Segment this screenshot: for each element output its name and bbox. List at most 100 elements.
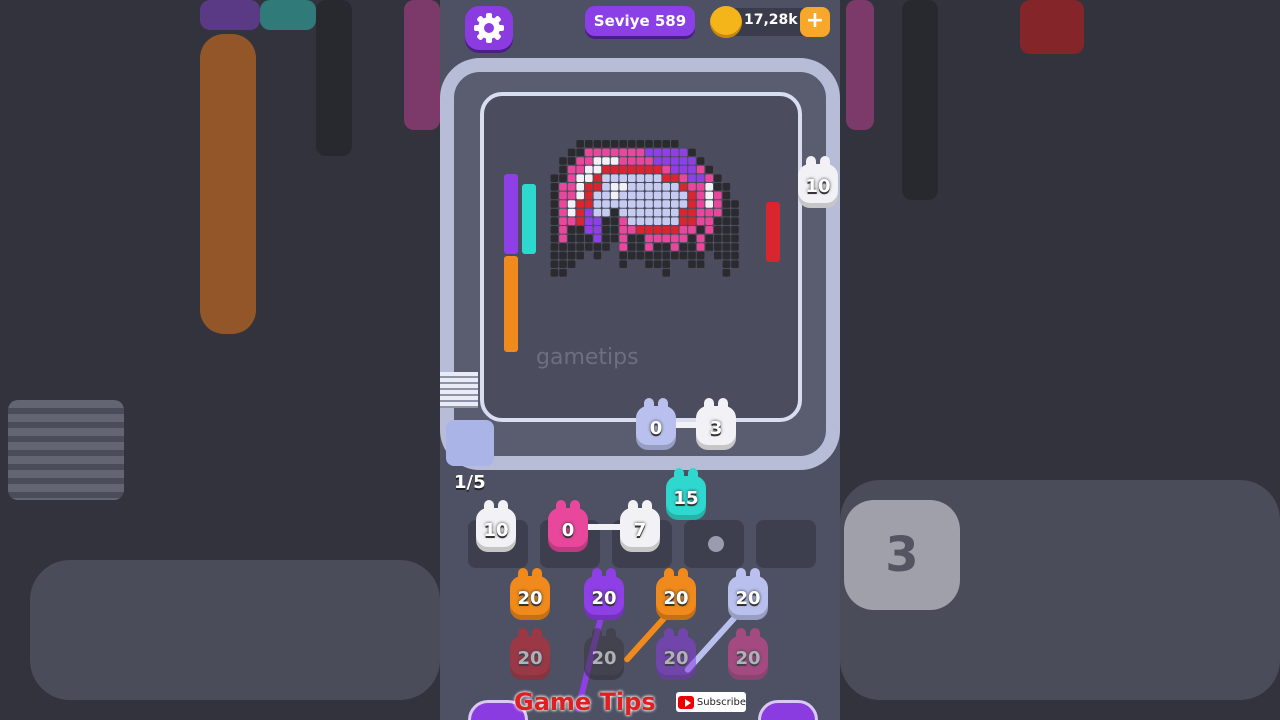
board-pixel — [628, 148, 636, 157]
board-pixel — [567, 234, 576, 243]
pixel-art-board — [504, 140, 780, 352]
board-pixel — [567, 251, 576, 260]
board-pixel — [722, 243, 731, 251]
red-snake-block[interactable] — [766, 202, 780, 262]
supply-piece: 20 — [584, 628, 624, 680]
supply-piece: 20 — [728, 628, 768, 680]
board-pixel — [688, 157, 696, 165]
board-pixel — [602, 226, 610, 234]
blur-pink-column-right — [846, 0, 874, 130]
board-pixel — [653, 208, 662, 217]
board-pixel — [653, 165, 662, 174]
board-pixel — [645, 226, 653, 234]
board-pixel — [619, 165, 627, 174]
board-pixel — [576, 183, 584, 191]
piece-value: 20 — [591, 587, 617, 609]
piece-value: 20 — [663, 647, 689, 669]
board-pixel — [585, 148, 593, 157]
board-pixel — [679, 165, 688, 174]
orange-snake-block[interactable] — [504, 256, 518, 352]
purple-snake-block[interactable] — [504, 174, 518, 254]
board-pixel — [619, 226, 627, 234]
board-pixel — [731, 200, 739, 208]
held-piece[interactable]: 15 — [666, 468, 706, 520]
piece-value: 0 — [649, 417, 663, 439]
slot-dot — [708, 536, 724, 552]
board-pixel — [688, 243, 696, 251]
board-pixel — [653, 251, 662, 260]
board-pixel — [653, 140, 662, 148]
board-pixel — [559, 226, 567, 234]
board-pixel — [619, 140, 627, 148]
board-pixel — [671, 251, 679, 260]
board-pixel — [653, 217, 662, 225]
board-pixel — [593, 217, 602, 225]
board-pixel — [645, 217, 653, 225]
board-pixel — [653, 226, 662, 234]
held-piece[interactable]: 7 — [620, 500, 660, 552]
board-pixel — [559, 157, 567, 165]
held-piece[interactable]: 0 — [548, 500, 588, 552]
board-pixel — [567, 174, 576, 182]
add-coins-button[interactable]: + — [800, 7, 830, 37]
board-pixel — [602, 234, 610, 243]
board-pixel — [610, 217, 619, 225]
board-pixel — [585, 243, 593, 251]
supply-piece: 20 — [510, 628, 550, 680]
board-pixel — [610, 183, 619, 191]
board-pixel — [679, 251, 688, 260]
board-pixel — [636, 148, 645, 157]
board-pixel — [550, 200, 559, 208]
board-pixel — [696, 251, 705, 260]
board-pixel — [722, 260, 731, 268]
board-pixel — [619, 183, 627, 191]
board-pixel — [688, 148, 696, 157]
board-pixel — [619, 243, 627, 251]
board-pixel — [731, 217, 739, 225]
board-pixel — [602, 174, 610, 182]
settings-button[interactable] — [465, 6, 513, 50]
board-pixel — [559, 183, 567, 191]
board-pixel — [679, 148, 688, 157]
board-pixel — [602, 157, 610, 165]
supply-piece[interactable]: 20 — [584, 568, 624, 620]
blur-black-column-right — [902, 0, 938, 200]
board-pixel — [688, 217, 696, 225]
board-pixel — [628, 165, 636, 174]
board-pixel — [705, 183, 713, 191]
holding-slot — [756, 520, 816, 568]
board-pixel — [576, 208, 584, 217]
track-piece[interactable]: 0 — [636, 398, 676, 450]
supply-piece[interactable]: 20 — [656, 568, 696, 620]
board-pixel — [585, 234, 593, 243]
board-pixel — [585, 226, 593, 234]
piece-value: 20 — [735, 587, 761, 609]
piece-value: 20 — [735, 647, 761, 669]
board-pixel — [628, 157, 636, 165]
board-pixel — [714, 243, 722, 251]
youtube-icon — [678, 695, 694, 709]
booster-button[interactable] — [758, 700, 818, 720]
track-piece[interactable]: 3 — [696, 398, 736, 450]
board-pixel — [653, 260, 662, 268]
dispenser[interactable] — [446, 420, 494, 466]
board-pixel — [602, 217, 610, 225]
supply-piece[interactable]: 20 — [510, 568, 550, 620]
held-piece[interactable]: 10 — [476, 500, 516, 552]
subscribe-button[interactable]: Subscribe — [676, 692, 746, 712]
piece-value: 0 — [561, 519, 575, 541]
supply-piece[interactable]: 20 — [728, 568, 768, 620]
track-piece[interactable]: 10 — [798, 156, 838, 208]
board-pixel — [610, 140, 619, 148]
board-pixel — [696, 200, 705, 208]
piece-value: 20 — [517, 587, 543, 609]
board-pixel — [696, 157, 705, 165]
board-pixel — [653, 174, 662, 182]
board-pixel — [645, 260, 653, 268]
board-pixel — [550, 226, 559, 234]
cyan-snake-block[interactable] — [522, 184, 536, 254]
board-pixel — [731, 251, 739, 260]
board-pixel — [671, 165, 679, 174]
board-pixel — [722, 208, 731, 217]
piece-value: 10 — [805, 175, 831, 197]
